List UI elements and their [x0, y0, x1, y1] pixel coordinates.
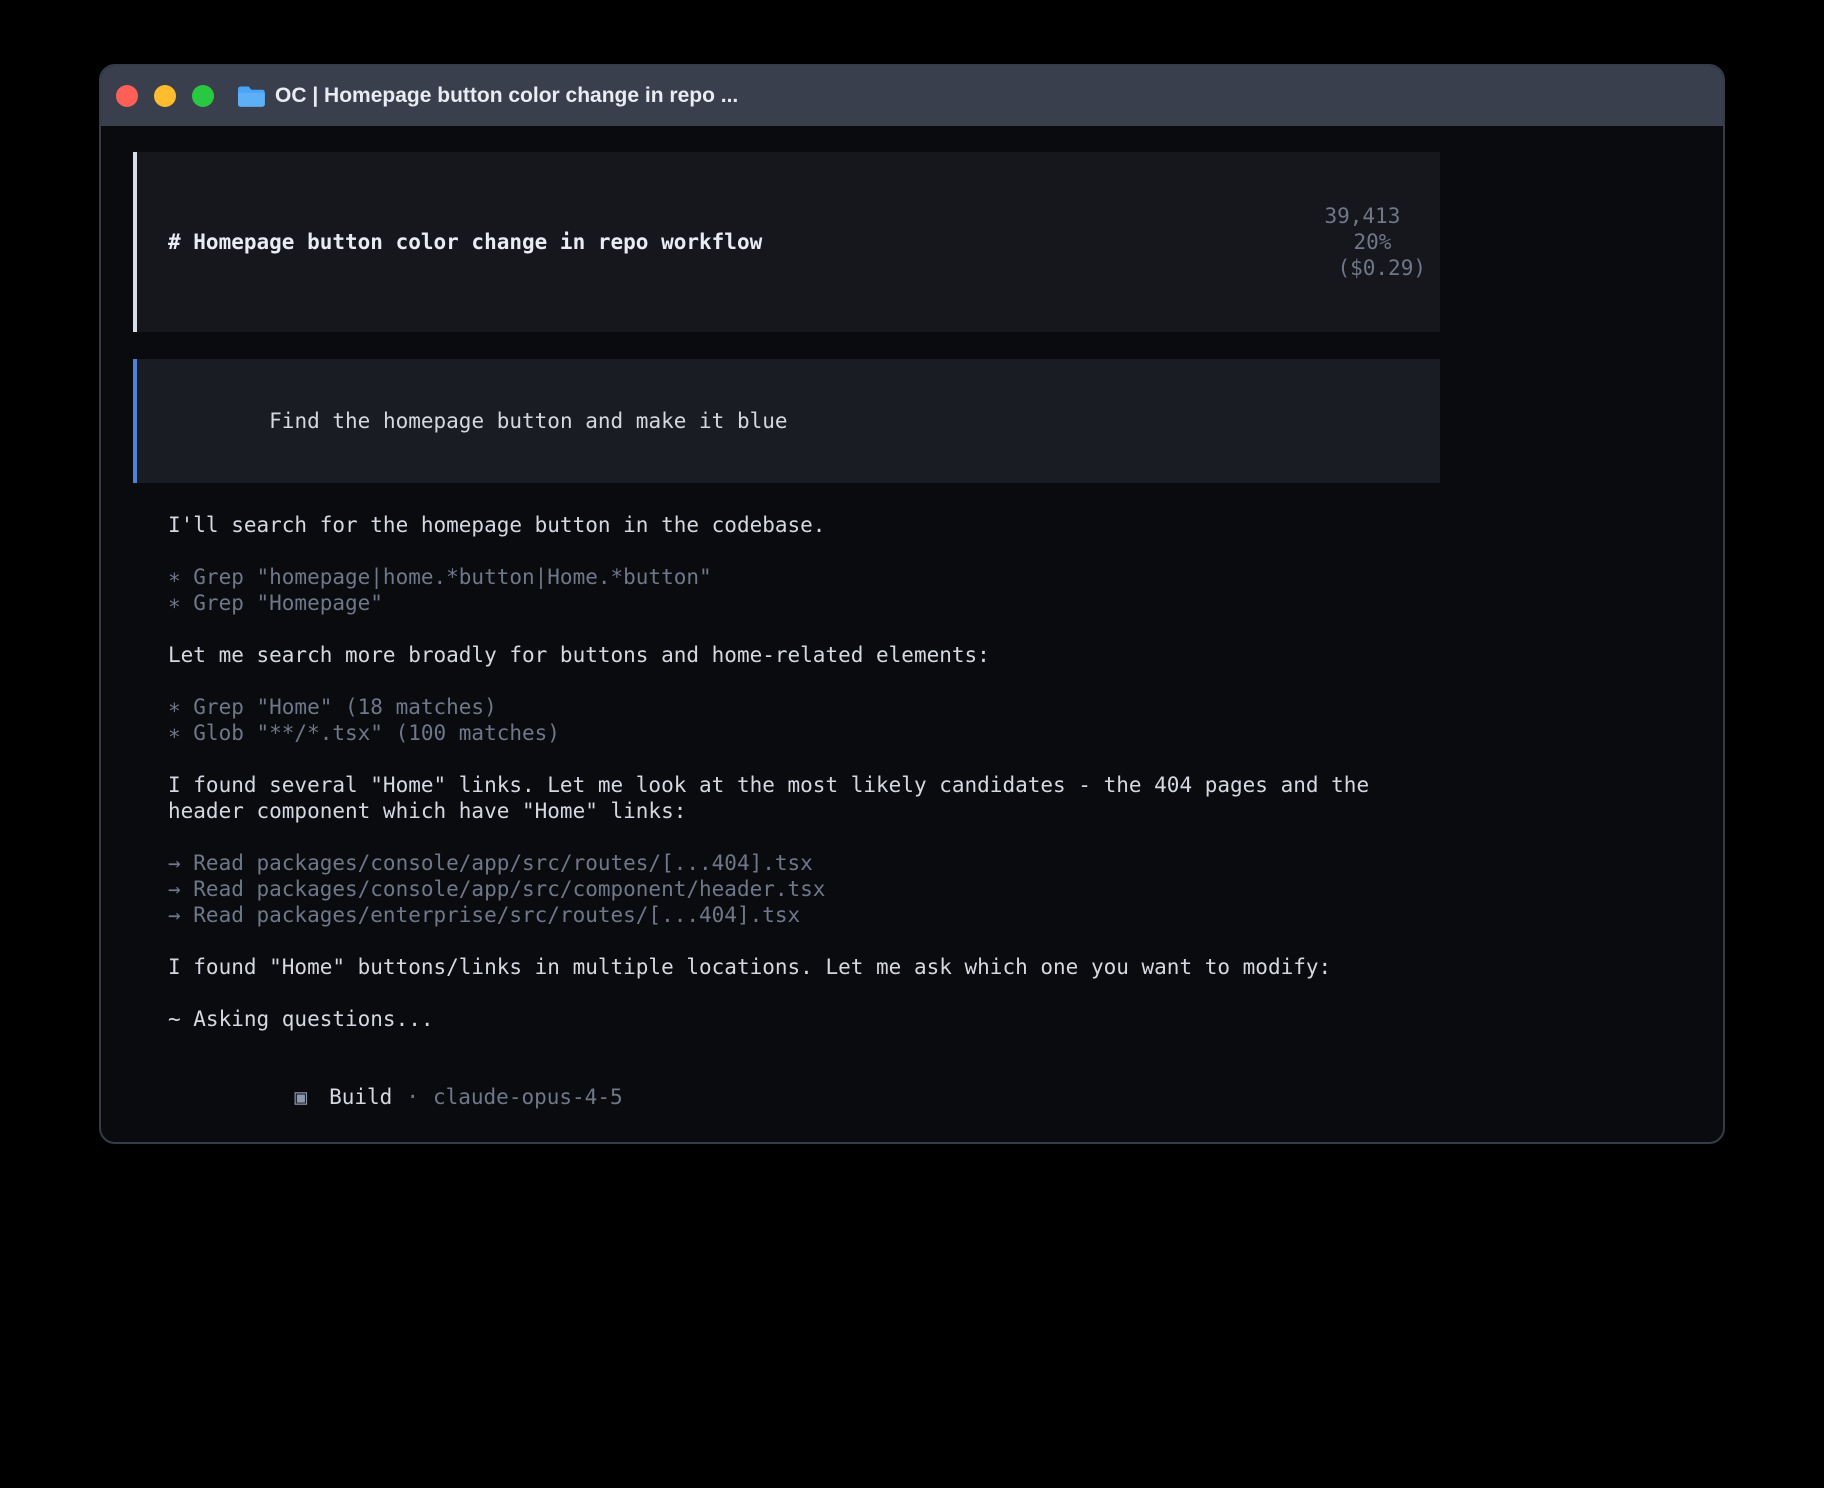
tool-call-glob-line: ∗ Glob "**/*.tsx" (100 matches) — [168, 720, 1440, 746]
tool-call-grep-line: ∗ Grep "Home" (18 matches) — [168, 694, 1440, 720]
terminal-window: OC | Homepage button color change in rep… — [99, 64, 1725, 1144]
window-title: OC | Homepage button color change in rep… — [275, 84, 738, 108]
user-message-text: Find the homepage button and make it blu… — [269, 409, 787, 433]
user-message: Find the homepage button and make it blu… — [133, 359, 1440, 483]
agent-separator: · — [406, 1085, 419, 1109]
terminal-content: # Homepage button color change in repo w… — [101, 126, 1723, 1144]
tool-call-grep-line: ∗ Grep "Homepage" — [168, 590, 1440, 616]
close-button[interactable] — [116, 85, 138, 107]
tool-call-read-line: → Read packages/enterprise/src/routes/[.… — [168, 902, 1440, 928]
folder-icon — [238, 85, 265, 107]
agent-model: claude-opus-4-5 — [433, 1085, 623, 1109]
agent-name: Build — [329, 1085, 392, 1109]
assistant-text-line: I found "Home" buttons/links in multiple… — [168, 954, 1440, 980]
agent-square-icon: ▣ — [294, 1085, 307, 1109]
asking-questions-line: ~ Asking questions... — [168, 1006, 1440, 1032]
assistant-text-line: I found several "Home" links. Let me loo… — [168, 772, 1440, 824]
assistant-text-line: I'll search for the homepage button in t… — [168, 512, 1440, 538]
window-controls — [116, 85, 214, 107]
agent-status-line: ▣ Build · claude-opus-4-5 — [168, 1058, 1440, 1136]
tool-call-grep-line: ∗ Grep "homepage|home.*button|Home.*butt… — [168, 564, 1440, 590]
token-count: 39,413 — [1324, 204, 1400, 228]
context-percent: 20% — [1353, 230, 1391, 254]
tool-call-read-line: → Read packages/console/app/src/componen… — [168, 876, 1440, 902]
session-header: # Homepage button color change in repo w… — [133, 152, 1440, 332]
assistant-transcript: I'll search for the homepage button in t… — [133, 512, 1440, 1136]
session-cost: ($0.29) — [1337, 256, 1426, 280]
zoom-button[interactable] — [192, 85, 214, 107]
window-titlebar[interactable]: OC | Homepage button color change in rep… — [101, 66, 1723, 126]
session-title: # Homepage button color change in repo w… — [168, 229, 762, 255]
minimize-button[interactable] — [154, 85, 176, 107]
tool-call-read-line: → Read packages/console/app/src/routes/[… — [168, 850, 1440, 876]
session-stats: 39,413 20% ($0.29) — [1198, 177, 1426, 307]
assistant-text-line: Let me search more broadly for buttons a… — [168, 642, 1440, 668]
